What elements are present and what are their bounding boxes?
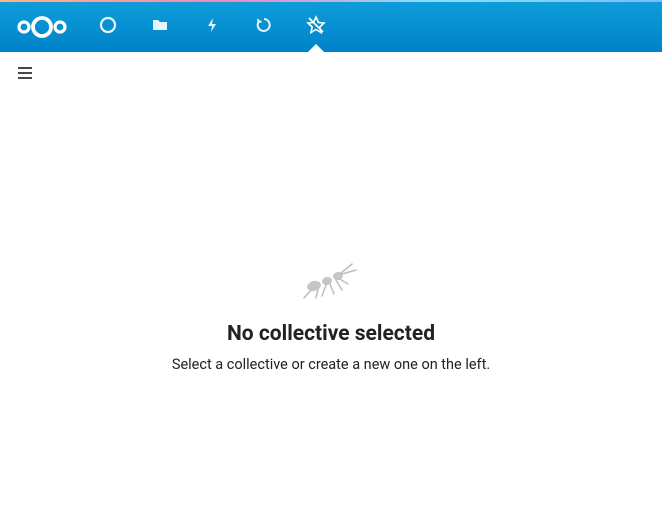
subheader <box>0 52 662 96</box>
empty-state-subtitle: Select a collective or create a new one … <box>172 356 490 373</box>
nav-items <box>82 2 342 52</box>
sidebar-toggle-button[interactable] <box>14 63 36 85</box>
main-content: No collective selected Select a collecti… <box>0 96 662 373</box>
app-header <box>0 2 662 52</box>
nav-files[interactable] <box>134 2 186 52</box>
hamburger-icon <box>17 65 33 84</box>
nav-dashboard[interactable] <box>82 2 134 52</box>
folder-icon <box>151 16 169 38</box>
nav-activity[interactable] <box>186 2 238 52</box>
ant-icon <box>294 285 368 304</box>
empty-state-illustration <box>294 256 368 304</box>
nav-updates[interactable] <box>238 2 290 52</box>
lightning-icon <box>203 16 221 38</box>
star-outline-icon <box>306 15 326 39</box>
nextcloud-logo[interactable] <box>12 12 72 42</box>
nav-collectives[interactable] <box>290 2 342 52</box>
empty-state-title: No collective selected <box>227 322 435 346</box>
circle-icon <box>99 16 117 38</box>
refresh-icon <box>255 16 273 38</box>
